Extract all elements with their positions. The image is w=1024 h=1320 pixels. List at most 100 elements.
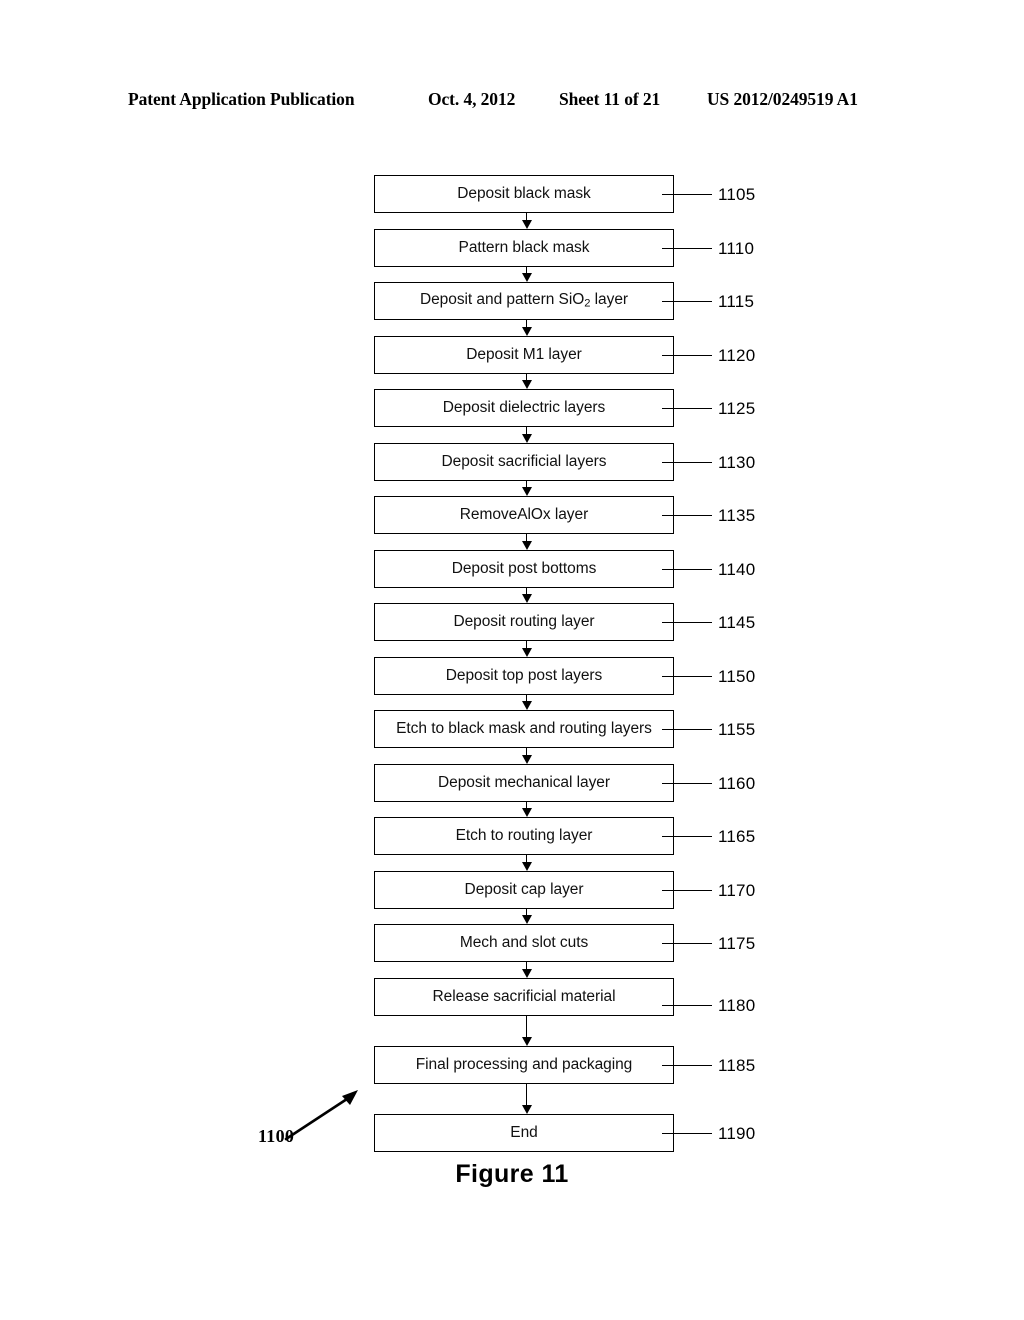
flow-step-1125: Deposit dielectric layers (374, 389, 674, 427)
leader-line-1190 (662, 1132, 712, 1134)
flow-step-box[interactable]: Deposit top post layers (374, 656, 674, 695)
flow-step-1130: Deposit sacrificial layers (374, 442, 674, 481)
reference-number-1190: 1190 (718, 1123, 756, 1143)
process-flowchart: Deposit black mask 1105 Pattern black mask… (0, 0, 1024, 1320)
flow-step-1110: Pattern black mask (374, 228, 674, 267)
leader-line-1130 (662, 461, 712, 463)
flow-step-1135: RemoveAlOx layer (374, 496, 674, 534)
flow-connector-arrow (522, 641, 532, 657)
flow-step-box[interactable]: Mech and slot cuts (374, 924, 674, 962)
reference-number-1110: 1110 (718, 238, 755, 258)
reference-number-1180: 1180 (718, 995, 756, 1015)
leader-line-1120 (662, 354, 712, 356)
flow-step-box[interactable]: Deposit mechanical layer (374, 763, 674, 802)
flow-step-box[interactable]: Final processing and packaging (374, 1045, 674, 1084)
diagram-reference-number: 1100 (258, 1126, 295, 1146)
flow-step-box[interactable]: Deposit routing layer (374, 603, 674, 641)
flow-step-label: RemoveAlOx layer (459, 506, 589, 524)
flow-connector-arrow (522, 908, 532, 924)
reference-number-1175: 1175 (718, 934, 756, 953)
flow-step-1190: End (374, 1113, 674, 1152)
flow-connector-arrow (522, 587, 532, 603)
reference-number-1165: 1165 (718, 827, 756, 846)
flow-step-1165: Etch to routing layer (374, 817, 674, 855)
leader-line-1115 (662, 301, 712, 302)
flow-step-1170: Deposit cap layer (374, 870, 674, 909)
leader-line-1150 (662, 675, 712, 677)
flow-step-1160: Deposit mechanical layer (374, 763, 674, 802)
reference-number-1155: 1155 (718, 720, 756, 739)
flow-step-1140: Deposit post bottoms (374, 549, 674, 588)
flow-step-1145: Deposit routing layer (374, 603, 674, 641)
flow-step-box[interactable]: Deposit post bottoms (374, 549, 674, 588)
flow-connector-arrow (522, 694, 532, 710)
leader-line-1175 (662, 943, 712, 944)
flow-step-1155: Etch to black mask and routing layers (374, 710, 674, 748)
reference-number-1150: 1150 (718, 666, 756, 686)
reference-number-1125: 1125 (718, 399, 756, 418)
flow-connector-arrow (522, 373, 532, 389)
flow-connector-arrow (522, 266, 532, 282)
flow-connector-arrow (522, 213, 532, 229)
flow-step-label: Mech and slot cuts (459, 934, 589, 952)
flow-step-1180: Release sacrificial material (374, 977, 674, 1016)
leader-line-1105 (662, 194, 712, 195)
reference-number-1185: 1185 (718, 1055, 756, 1075)
reference-number-1135: 1135 (718, 506, 756, 525)
flow-step-label: Deposit black mask (457, 185, 591, 203)
flow-connector-arrow (522, 1015, 532, 1046)
reference-number-1120: 1120 (718, 345, 756, 365)
flow-step-label: Etch to black mask and routing layers (396, 720, 652, 738)
flow-step-box[interactable]: End (374, 1113, 674, 1152)
leader-line-1140 (662, 568, 712, 570)
flow-step-1185: Final processing and packaging (374, 1045, 674, 1084)
flow-step-label: Final processing and packaging (415, 1055, 633, 1073)
flow-connector-arrow (522, 962, 532, 978)
flow-step-box[interactable]: Release sacrificial material (374, 977, 674, 1016)
reference-number-1105: 1105 (718, 185, 756, 204)
flow-step-box[interactable]: Pattern black mask (374, 228, 674, 267)
flow-step-box[interactable]: Deposit dielectric layers (374, 389, 674, 427)
flow-step-box[interactable]: Deposit black mask (374, 175, 674, 213)
leader-line-1145 (662, 622, 712, 623)
flow-step-label: Deposit post bottoms (451, 559, 597, 577)
reference-number-1140: 1140 (718, 559, 756, 579)
flow-step-box[interactable]: RemoveAlOx layer (374, 496, 674, 534)
flow-step-box[interactable]: Deposit cap layer (374, 870, 674, 909)
flow-step-box[interactable]: Etch to routing layer (374, 817, 674, 855)
flow-step-label: Deposit dielectric layers (442, 399, 606, 417)
flow-step-box[interactable]: Deposit sacrificial layers (374, 442, 674, 481)
leader-line-1180 (662, 1004, 712, 1006)
leader-line-1125 (662, 408, 712, 409)
flow-step-label: Deposit mechanical layer (438, 773, 610, 791)
reference-number-1170: 1170 (718, 880, 756, 900)
flow-step-label: Deposit sacrificial layers (441, 452, 607, 470)
flow-connector-arrow (522, 427, 532, 443)
flow-step-1120: Deposit M1 layer (374, 335, 674, 374)
flow-step-1150: Deposit top post layers (374, 656, 674, 695)
flow-step-box[interactable]: Deposit M1 layer (374, 335, 674, 374)
flow-connector-arrow (522, 320, 532, 336)
leader-line-1165 (662, 836, 712, 837)
flow-step-1175: Mech and slot cuts (374, 924, 674, 962)
leader-line-1155 (662, 729, 712, 730)
leader-line-1160 (662, 782, 712, 784)
leader-line-1110 (662, 247, 712, 249)
flow-step-label: Pattern black mask (458, 238, 590, 256)
flow-connector-arrow (522, 855, 532, 871)
leader-line-1185 (662, 1064, 712, 1066)
reference-number-1160: 1160 (718, 773, 756, 793)
flow-connector-arrow (522, 534, 532, 550)
reference-number-1145: 1145 (718, 613, 756, 632)
diagram-reference-callout: 1100 (258, 1090, 378, 1155)
flow-step-label: Release sacrificial material (432, 987, 616, 1005)
figure-caption: Figure 11 (455, 1160, 569, 1188)
flow-step-label: Deposit M1 layer (466, 345, 582, 363)
flow-step-box[interactable]: Etch to black mask and routing layers (374, 710, 674, 748)
flow-connector-arrow (522, 748, 532, 764)
flow-step-1105: Deposit black mask (374, 175, 674, 213)
reference-number-1115: 1115 (718, 292, 755, 311)
flow-step-label: Deposit routing layer (453, 613, 595, 631)
flow-connector-arrow (522, 1083, 532, 1114)
flow-step-box[interactable]: Deposit and pattern SiO2 layer (374, 282, 674, 320)
